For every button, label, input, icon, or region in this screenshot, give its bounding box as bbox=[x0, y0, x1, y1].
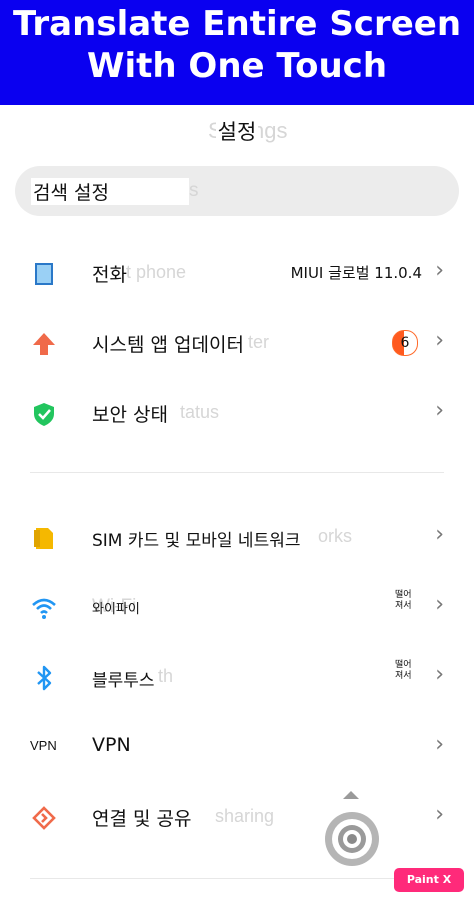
row-label: 블루투스 bbox=[92, 671, 155, 691]
settings-row-security-status[interactable]: tatus 보안 상태 › bbox=[0, 382, 474, 442]
row-ghost: th bbox=[158, 666, 174, 686]
chevron-right-icon: › bbox=[435, 732, 444, 757]
settings-row-bluetooth[interactable]: th 블루투스 떨어져서 › bbox=[0, 646, 474, 706]
row-ghost: t phone bbox=[126, 262, 187, 282]
row-ghost: sharing bbox=[215, 806, 275, 826]
row-label: 시스템 앱 업데이터 bbox=[92, 334, 244, 356]
page-title: 설정 bbox=[0, 116, 474, 146]
phone-device-icon bbox=[35, 263, 53, 285]
bluetooth-icon bbox=[37, 665, 52, 691]
sim-card-icon bbox=[34, 528, 53, 549]
chevron-right-icon: › bbox=[435, 258, 444, 283]
promo-banner: Translate Entire Screen With One Touch bbox=[0, 0, 474, 105]
chevron-right-icon: › bbox=[435, 802, 444, 827]
banner-line-1: Translate Entire Screen bbox=[12, 4, 462, 44]
target-icon bbox=[347, 834, 357, 844]
row-status: 떨어져서 bbox=[395, 590, 412, 611]
watermark-badge: Paint X Lite bbox=[394, 868, 464, 910]
update-count-badge: 6 bbox=[392, 330, 418, 356]
row-label: VPN bbox=[92, 734, 131, 756]
settings-row-vpn[interactable]: VPN VPN › bbox=[0, 716, 474, 776]
wifi-icon bbox=[32, 598, 56, 619]
arrow-up-icon bbox=[33, 333, 55, 355]
row-ghost: tatus bbox=[180, 402, 220, 422]
chevron-right-icon: › bbox=[435, 662, 444, 687]
expand-up-icon[interactable] bbox=[343, 791, 359, 799]
banner-line-2: With One Touch bbox=[86, 46, 388, 86]
search-input-text: 검색 설정 bbox=[31, 178, 189, 205]
settings-row-phone[interactable]: t phone 전화 MIUI 글로벌 11.0.4 › bbox=[0, 242, 474, 302]
row-ghost: ter bbox=[248, 332, 270, 352]
chevron-right-icon: › bbox=[435, 328, 444, 353]
row-label: 연결 및 공유 bbox=[92, 808, 192, 830]
search-settings-field[interactable]: settings 검색 설정 bbox=[15, 166, 459, 216]
settings-row-wifi[interactable]: Wi-Fi 와이파이 떨어져서 › bbox=[0, 576, 474, 636]
translate-floating-button[interactable] bbox=[325, 812, 379, 866]
row-label: SIM 카드 및 모바일 네트워크 bbox=[92, 531, 301, 551]
row-status: 떨어져서 bbox=[395, 660, 412, 681]
page-title-text: 설정 bbox=[215, 120, 259, 144]
section-divider bbox=[30, 472, 444, 473]
connection-sharing-icon bbox=[32, 806, 56, 830]
row-label: 보안 상태 bbox=[92, 404, 168, 426]
row-value: MIUI 글로벌 11.0.4 bbox=[290, 264, 422, 282]
row-label: 전화 bbox=[92, 264, 127, 286]
chevron-right-icon: › bbox=[435, 398, 444, 423]
shield-check-icon bbox=[34, 403, 54, 426]
row-label: 와이파이 bbox=[92, 602, 140, 617]
chevron-right-icon: › bbox=[435, 522, 444, 547]
chevron-right-icon: › bbox=[435, 592, 444, 617]
settings-row-sim-mobile-networks[interactable]: orks SIM 카드 및 모바일 네트워크 › bbox=[0, 506, 474, 566]
row-ghost: orks bbox=[318, 526, 353, 546]
settings-row-connection-sharing[interactable]: sharing 연결 및 공유 › bbox=[0, 786, 474, 846]
settings-row-system-app-updater[interactable]: ter 시스템 앱 업데이터 6 › bbox=[0, 312, 474, 372]
vpn-icon: VPN bbox=[30, 738, 57, 753]
bottom-divider bbox=[30, 878, 444, 879]
